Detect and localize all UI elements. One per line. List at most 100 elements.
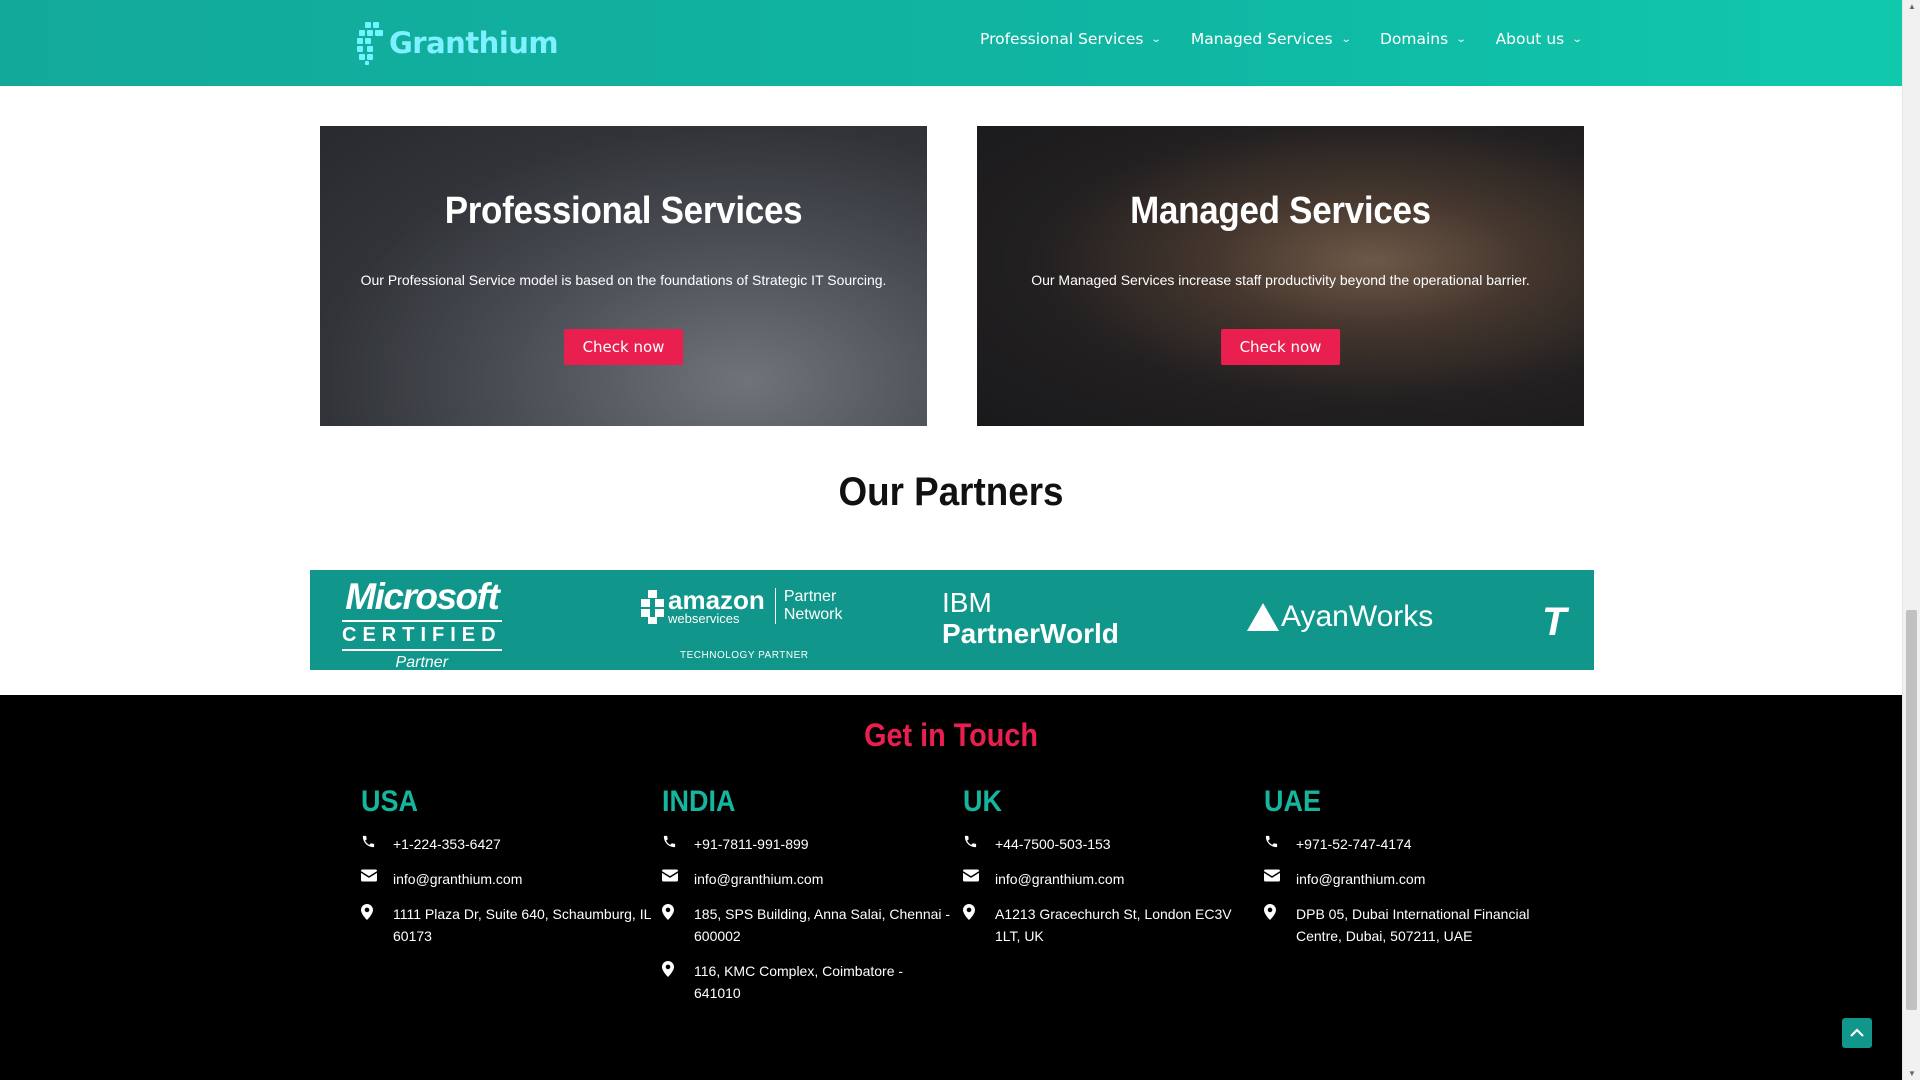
nav-professional-services[interactable]: Professional Services ⌄ <box>980 30 1163 48</box>
logo-text: TECHNOLOGY PARTNER <box>680 650 809 661</box>
office-email[interactable]: info@granthium.com <box>361 868 651 890</box>
partners-heading: Our Partners <box>838 470 1064 514</box>
address-text: 1111 Plaza Dr, Suite 640, Schaumburg, IL… <box>393 906 651 944</box>
office-india: INDIA +91-7811-991-899 info@granthium.co… <box>662 785 952 1017</box>
card-title: Professional Services <box>444 190 803 232</box>
card-description: Our Managed Services increase staff prod… <box>1031 272 1530 288</box>
office-usa: USA +1-224-353-6427 info@granthium.com 1… <box>361 785 651 960</box>
chevron-down-icon: ⌄ <box>1455 33 1467 45</box>
logo-text-line: Partner <box>783 588 837 605</box>
nav-label: Professional Services <box>980 30 1144 48</box>
email-address: info@granthium.com <box>1296 871 1426 887</box>
professional-services-check-now-button[interactable]: Check now <box>563 329 684 365</box>
brand-logo-mark-icon <box>355 20 385 66</box>
nav-label: Managed Services <box>1190 30 1333 48</box>
office-country: UK <box>963 785 1003 818</box>
office-country: UAE <box>1264 785 1322 818</box>
phone-icon <box>662 833 694 849</box>
office-address: DPB 05, Dubai International Financial Ce… <box>1264 903 1554 947</box>
aws-cubes-icon <box>641 590 664 624</box>
brand-logo[interactable]: Granthium <box>355 20 559 66</box>
office-uae: UAE +971-52-747-4174 info@granthium.com … <box>1264 785 1554 960</box>
main-nav: Professional Services ⌄ Managed Services… <box>980 30 1612 48</box>
phone-icon <box>1264 833 1296 849</box>
logo-text: PartnerWorld <box>942 618 1119 649</box>
nav-managed-services[interactable]: Managed Services ⌄ <box>1190 30 1352 48</box>
office-phone[interactable]: +44-7500-503-153 <box>963 833 1253 855</box>
ayanworks-logo: AyanWorks <box>1247 600 1433 634</box>
ibm-partnerworld-logo: IBM PartnerWorld <box>942 588 1119 650</box>
ayanworks-triangle-icon <box>1247 603 1279 631</box>
microsoft-partner-logo: Microsoft CERTIFIED Partner <box>342 576 502 670</box>
scroll-up-arrow-icon[interactable]: ▲ <box>1908 2 1916 11</box>
aws-partner-logo: amazon webservices Partner Network TECHN… <box>640 585 843 661</box>
card-description: Our Professional Service model is based … <box>360 272 887 288</box>
chevron-down-icon: ⌄ <box>1340 33 1352 45</box>
email-address: info@granthium.com <box>694 871 824 887</box>
office-country: USA <box>361 785 419 818</box>
email-address: info@granthium.com <box>393 871 523 887</box>
nav-label: About us <box>1495 30 1565 48</box>
logo-text: Partner <box>395 654 449 670</box>
chevron-down-icon: ⌄ <box>1151 33 1163 45</box>
map-pin-icon <box>662 903 694 920</box>
map-pin-icon <box>361 903 393 920</box>
logo-text: IBM <box>942 587 992 618</box>
brand-name: Granthium <box>389 26 559 60</box>
phone-number: +1-224-353-6427 <box>393 836 501 852</box>
page-scrollbar[interactable]: ▲ ▼ <box>1902 0 1920 1080</box>
address-text: DPB 05, Dubai International Financial Ce… <box>1296 906 1530 944</box>
envelope-icon <box>361 868 393 882</box>
office-address: A1213 Gracechurch St, London EC3V 1LT, U… <box>963 903 1253 947</box>
address-text: 185, SPS Building, Anna Salai, Chennai -… <box>694 906 951 944</box>
office-phone[interactable]: +91-7811-991-899 <box>662 833 952 855</box>
site-header: Granthium Professional Services ⌄ Manage… <box>0 0 1902 86</box>
footer-heading: Get in Touch <box>864 717 1038 753</box>
scroll-to-top-button[interactable] <box>1842 1018 1872 1048</box>
phone-number: +44-7500-503-153 <box>995 836 1111 852</box>
professional-services-card: Professional Services Our Professional S… <box>320 126 927 426</box>
office-email[interactable]: info@granthium.com <box>1264 868 1554 890</box>
logo-text: AyanWorks <box>1281 600 1434 633</box>
phone-number: +971-52-747-4174 <box>1296 836 1412 852</box>
partial-partner-logo: T <box>1542 600 1567 644</box>
office-phone[interactable]: +971-52-747-4174 <box>1264 833 1554 855</box>
map-pin-icon <box>1264 903 1296 920</box>
logo-text: amazon <box>668 585 765 615</box>
map-pin-icon <box>963 903 995 920</box>
site-footer: Get in Touch USA +1-224-353-6427 info@gr… <box>0 695 1902 1080</box>
phone-icon <box>361 833 393 849</box>
card-title: Managed Services <box>1130 190 1431 232</box>
phone-icon <box>963 833 995 849</box>
office-email[interactable]: info@granthium.com <box>662 868 952 890</box>
page: Granthium Professional Services ⌄ Manage… <box>0 0 1920 1080</box>
envelope-icon <box>963 868 995 882</box>
office-address: 1111 Plaza Dr, Suite 640, Schaumburg, IL… <box>361 903 651 947</box>
nav-domains[interactable]: Domains ⌄ <box>1379 30 1467 48</box>
logo-text: Microsoft <box>345 576 499 617</box>
managed-services-check-now-button[interactable]: Check now <box>1220 329 1341 365</box>
address-text: A1213 Gracechurch St, London EC3V 1LT, U… <box>995 906 1232 944</box>
chevron-up-icon <box>1850 1028 1864 1037</box>
nav-about-us[interactable]: About us ⌄ <box>1495 30 1583 48</box>
office-phone[interactable]: +1-224-353-6427 <box>361 833 651 855</box>
office-country: INDIA <box>662 785 736 818</box>
nav-label: Domains <box>1379 30 1449 48</box>
scrollbar-thumb[interactable] <box>1906 610 1917 1010</box>
envelope-icon <box>1264 868 1296 882</box>
map-pin-icon <box>662 960 694 977</box>
logo-text: CERTIFIED <box>342 620 502 651</box>
scroll-down-arrow-icon[interactable]: ▼ <box>1908 1069 1916 1078</box>
office-address: 185, SPS Building, Anna Salai, Chennai -… <box>662 903 952 947</box>
office-uk: UK +44-7500-503-153 info@granthium.com A… <box>963 785 1253 960</box>
phone-number: +91-7811-991-899 <box>694 836 809 852</box>
office-email[interactable]: info@granthium.com <box>963 868 1253 890</box>
partners-carousel: Microsoft CERTIFIED Partner amazon webse… <box>310 570 1594 670</box>
envelope-icon <box>662 868 694 882</box>
chevron-down-icon: ⌄ <box>1571 33 1583 45</box>
logo-text-line: Network <box>783 606 843 623</box>
office-address: 116, KMC Complex, Coimbatore - 641010 <box>662 960 952 1004</box>
managed-services-card: Managed Services Our Managed Services in… <box>977 126 1584 426</box>
email-address: info@granthium.com <box>995 871 1125 887</box>
logo-text: Partner Network <box>774 588 843 624</box>
